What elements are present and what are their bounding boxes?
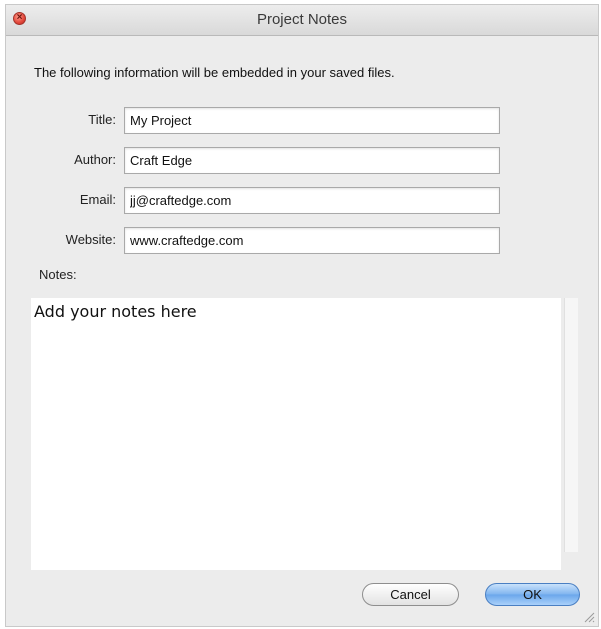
notes-label: Notes: bbox=[39, 267, 77, 282]
notes-scrollbar[interactable] bbox=[564, 298, 578, 552]
notes-textarea[interactable]: Add your notes here bbox=[31, 298, 561, 570]
window-title: Project Notes bbox=[256, 11, 348, 28]
project-notes-dialog: × Project Notes The following informatio… bbox=[5, 4, 599, 627]
title-field[interactable] bbox=[124, 107, 500, 134]
intro-text: The following information will be embedd… bbox=[34, 65, 395, 80]
author-field[interactable] bbox=[124, 147, 500, 174]
cancel-button[interactable]: Cancel bbox=[362, 583, 459, 606]
email-label: Email: bbox=[79, 192, 116, 207]
ok-button[interactable]: OK bbox=[485, 583, 580, 606]
resize-grip-icon[interactable] bbox=[583, 611, 595, 623]
author-label: Author: bbox=[74, 152, 116, 167]
title-bar[interactable]: × Project Notes bbox=[6, 5, 598, 36]
title-label: Title: bbox=[88, 112, 116, 127]
website-field[interactable] bbox=[124, 227, 500, 254]
email-field[interactable] bbox=[124, 187, 500, 214]
website-label: Website: bbox=[65, 232, 116, 247]
